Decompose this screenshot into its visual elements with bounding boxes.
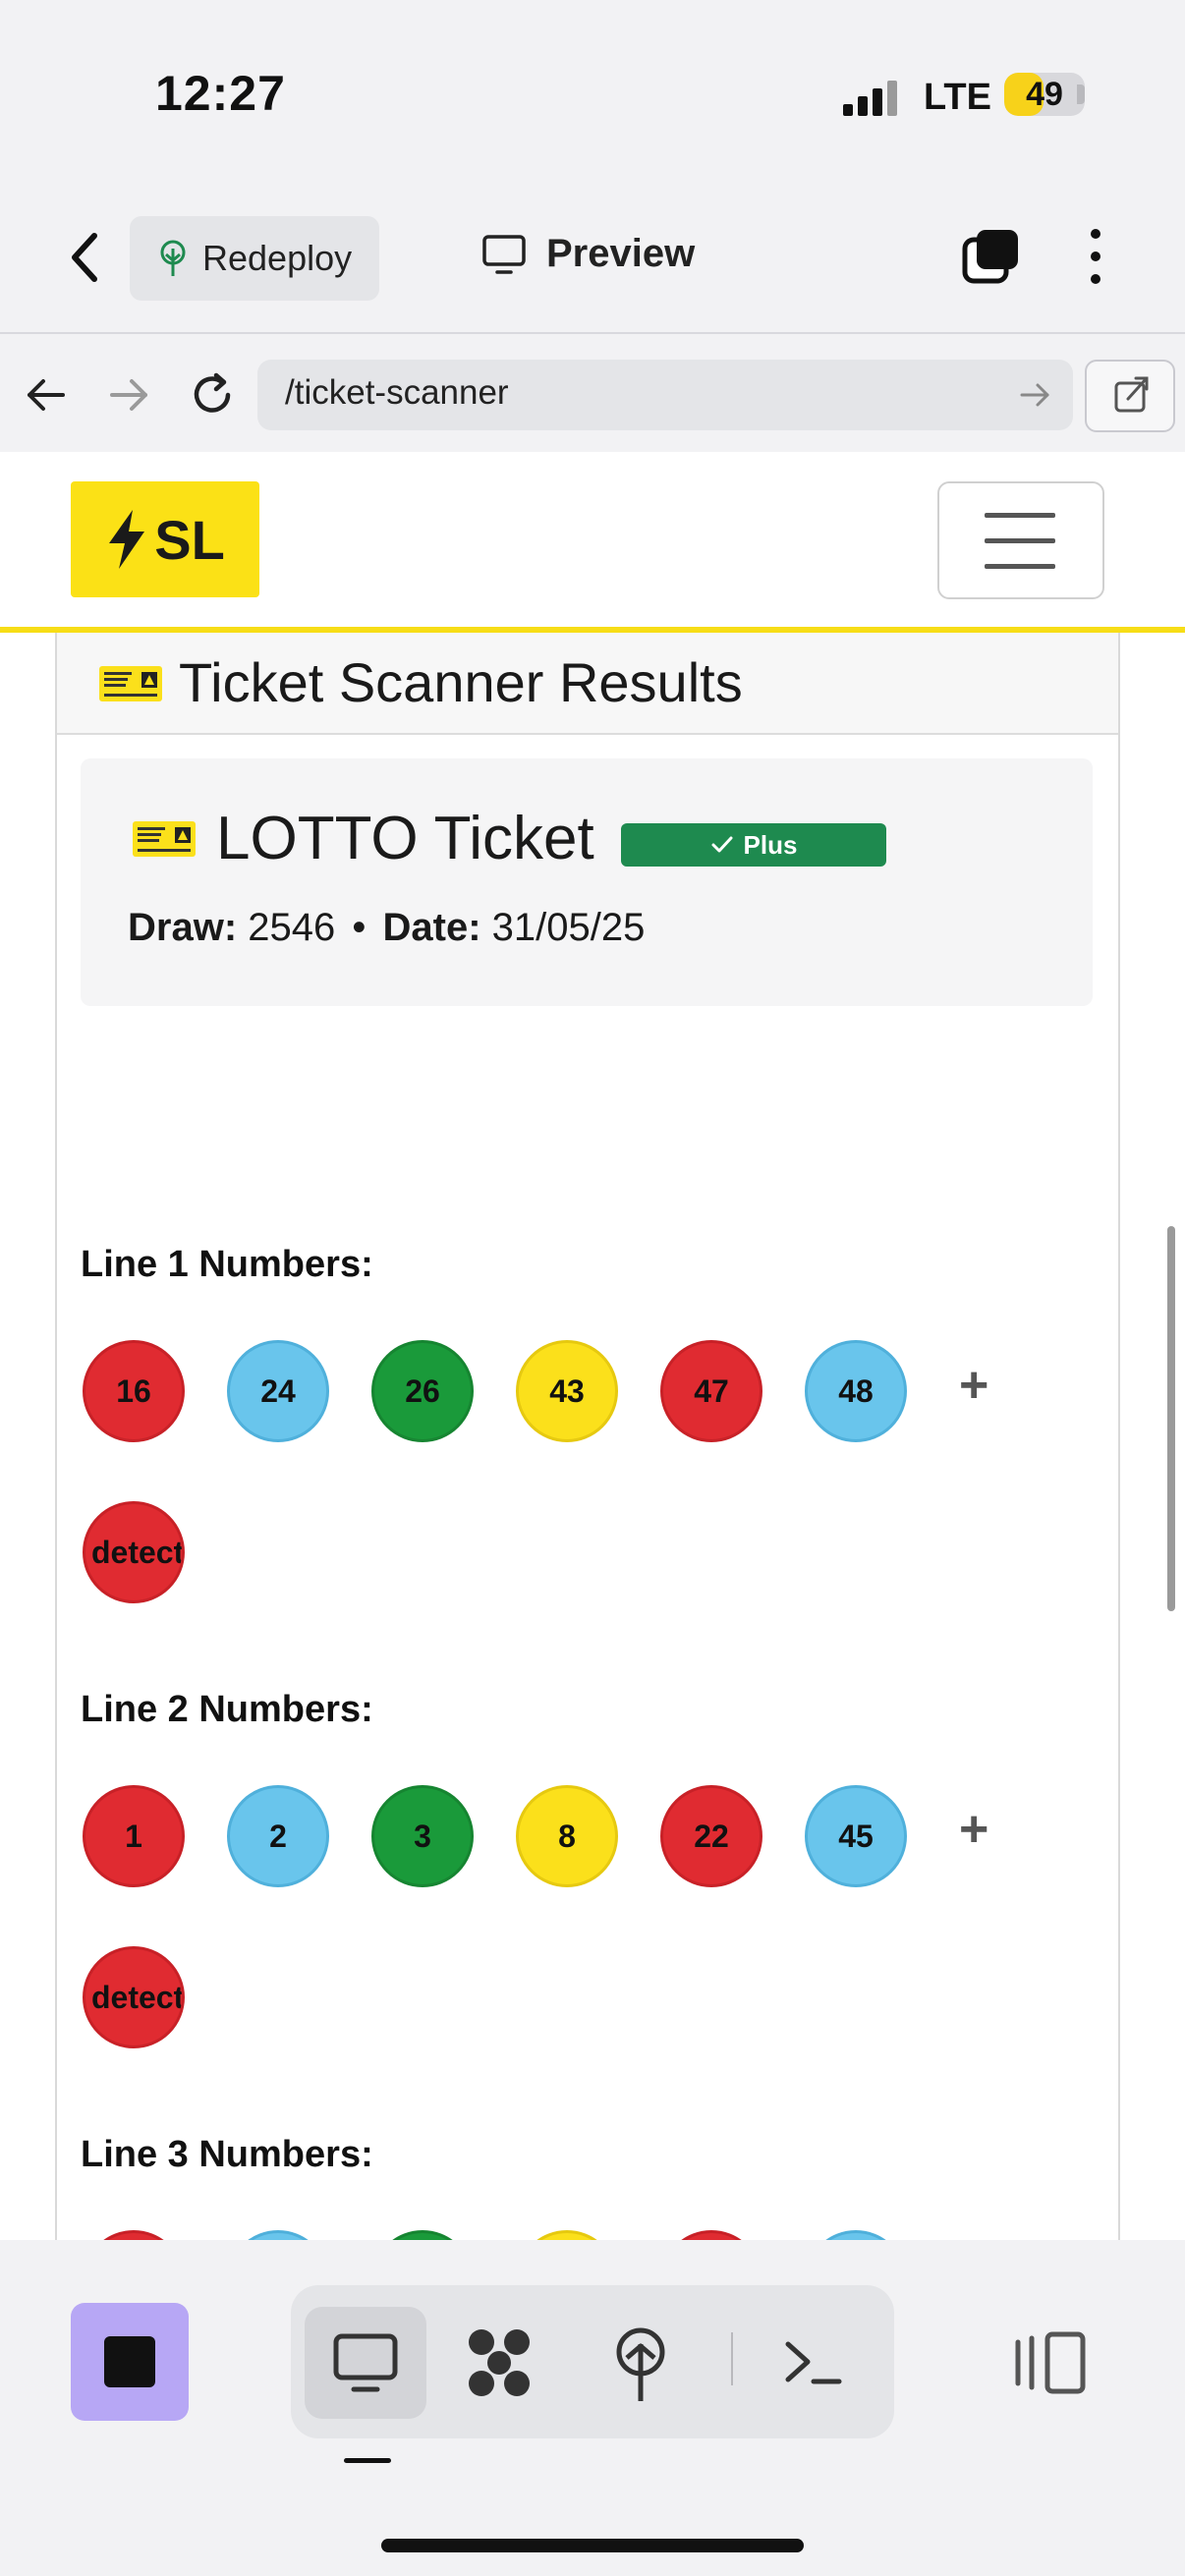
number-ball: 2	[227, 1785, 329, 1887]
line-2-label: Line 2 Numbers:	[81, 1689, 373, 1730]
separator: •	[352, 906, 367, 949]
plus-badge-label: Plus	[743, 829, 798, 860]
number-ball: 26	[371, 1340, 474, 1442]
plus-badge: Plus	[621, 823, 886, 867]
browser-forward-button[interactable]	[106, 373, 151, 417]
arrow-left-icon	[28, 379, 65, 411]
browser-back-button[interactable]	[24, 373, 69, 417]
check-icon	[711, 836, 733, 853]
line-1-label: Line 1 Numbers:	[81, 1244, 373, 1285]
network-label: LTE	[924, 77, 991, 118]
active-tool-indicator	[344, 2458, 391, 2463]
draw-label: Draw:	[128, 906, 238, 949]
number-ball: 5	[83, 2230, 185, 2240]
logo-text: SL	[154, 508, 225, 571]
number-ball: 47	[660, 1340, 762, 1442]
chevron-left-icon	[72, 233, 97, 282]
kebab-menu-icon	[1091, 229, 1100, 284]
tool-switcher	[291, 2285, 894, 2438]
web-page: SL Ticket Scanner Results LOTTO Ticket P…	[0, 452, 1185, 2240]
external-link-icon	[1114, 376, 1149, 413]
open-external-button[interactable]	[1085, 360, 1175, 432]
date-label: Date:	[382, 906, 481, 949]
card-title: Ticket Scanner Results	[179, 651, 743, 713]
card-header: Ticket Scanner Results	[57, 633, 1118, 735]
battery-tip	[1077, 84, 1085, 104]
number-ball: 16	[83, 1340, 185, 1442]
stop-button[interactable]	[71, 2303, 189, 2421]
number-ball: 24	[227, 1340, 329, 1442]
scrollbar-thumb[interactable]	[1167, 1226, 1175, 1611]
draw-value: 2546	[248, 906, 336, 949]
line-3-label: Line 3 Numbers:	[81, 2134, 373, 2175]
go-button[interactable]	[1018, 379, 1051, 411]
tabs-button[interactable]	[961, 226, 1022, 287]
results-card: Ticket Scanner Results LOTTO Ticket Plus…	[55, 633, 1120, 2240]
monitor-icon	[482, 234, 526, 274]
menu-toggle-button[interactable]	[937, 481, 1104, 599]
preview-tool-button[interactable]	[305, 2307, 426, 2419]
status-time: 12:27	[155, 66, 286, 121]
number-ball: 3	[371, 1785, 474, 1887]
panel-toggle-icon	[1015, 2331, 1086, 2394]
stop-icon	[104, 2336, 155, 2387]
deploy-tool-button[interactable]	[580, 2307, 702, 2419]
reload-button[interactable]	[187, 369, 238, 420]
url-text: /ticket-scanner	[285, 373, 509, 412]
number-ball: 25	[371, 2230, 474, 2240]
bonus-ball: detected	[83, 1501, 185, 1603]
toolbar-divider	[731, 2332, 733, 2385]
number-ball: 1	[83, 1785, 185, 1887]
ticket-summary: LOTTO Ticket Plus Draw: 2546 • Date: 31/…	[81, 758, 1093, 1006]
back-button[interactable]	[61, 228, 110, 287]
site-navbar: SL	[0, 452, 1185, 633]
dependencies-icon	[469, 2329, 530, 2396]
number-ball: 8	[516, 1785, 618, 1887]
deploy-icon	[616, 2327, 665, 2401]
console-tool-button[interactable]	[753, 2307, 875, 2419]
number-ball: 48	[805, 1340, 907, 1442]
more-options-button[interactable]	[1081, 226, 1110, 287]
bonus-ball: detected	[83, 1946, 185, 2048]
signal-icon	[843, 79, 898, 116]
number-ball: 22	[660, 1785, 762, 1887]
reload-icon	[194, 372, 231, 413]
lightning-icon	[109, 510, 145, 569]
number-ball: 45	[805, 1785, 907, 1887]
date-value: 31/05/25	[491, 906, 646, 949]
terminal-icon	[785, 2341, 842, 2384]
redeploy-button[interactable]: Redeploy	[130, 216, 379, 301]
home-indicator	[381, 2539, 804, 2552]
battery-percent: 49	[1026, 76, 1063, 113]
ticket-title: LOTTO Ticket	[216, 805, 594, 872]
monitor-icon	[333, 2333, 398, 2392]
number-ball: 43	[805, 2230, 907, 2240]
redeploy-label: Redeploy	[202, 238, 353, 278]
preview-label: Preview	[546, 232, 696, 275]
plus-sign: +	[959, 1801, 989, 1858]
arrow-right-icon	[110, 379, 147, 411]
preview-tab[interactable]: Preview	[481, 232, 695, 276]
side-panel-button[interactable]	[1012, 2328, 1091, 2397]
go-arrow-icon	[1020, 383, 1049, 407]
number-ball: 15	[227, 2230, 329, 2240]
number-ball: 43	[516, 1340, 618, 1442]
ticket-icon	[99, 666, 162, 701]
number-ball: 40	[660, 2230, 762, 2240]
draw-info: Draw: 2546 • Date: 31/05/25	[128, 906, 645, 950]
packages-tool-button[interactable]	[438, 2307, 560, 2419]
bottom-toolbar	[0, 2240, 1185, 2576]
tree-icon	[160, 240, 186, 276]
tabs-icon	[962, 230, 1018, 284]
number-ball: 38	[516, 2230, 618, 2240]
site-logo[interactable]: SL	[71, 481, 259, 597]
ticket-icon	[133, 821, 196, 857]
battery-icon: 49	[1004, 73, 1085, 116]
plus-sign: +	[959, 1357, 989, 1414]
